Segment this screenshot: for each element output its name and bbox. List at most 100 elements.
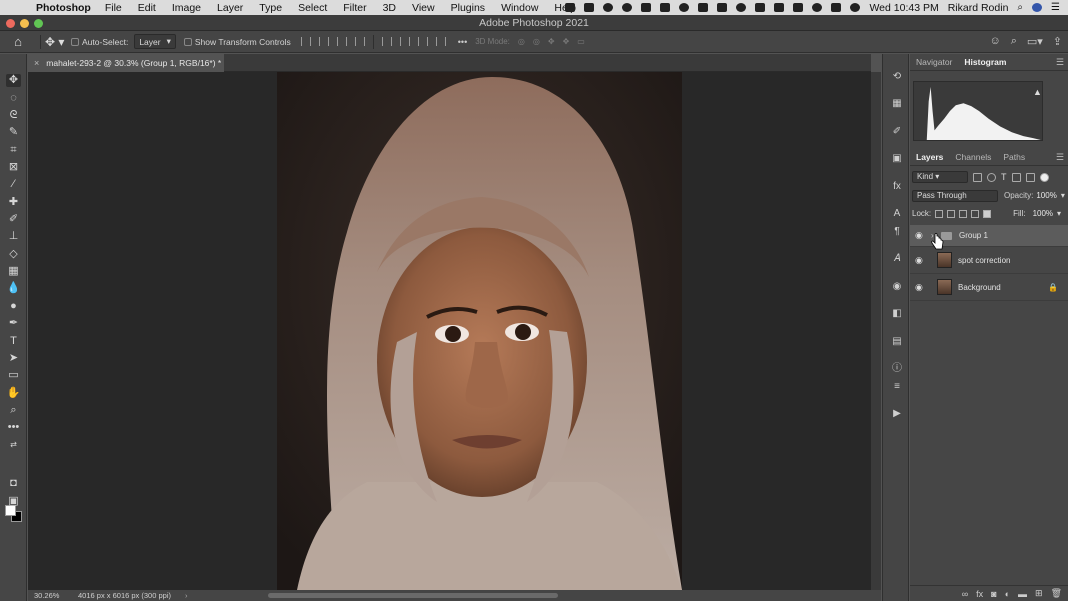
glyphs-icon[interactable]: 𝐴: [891, 253, 903, 265]
swatches-icon[interactable]: ▦: [891, 98, 903, 110]
align-left-icon[interactable]: [300, 37, 311, 46]
workspace-icon[interactable]: ▭▾: [1027, 35, 1043, 48]
menu-filter[interactable]: Filter: [343, 2, 366, 14]
menu-plugins[interactable]: Plugins: [451, 2, 485, 14]
panel-menu-icon[interactable]: ☰: [1056, 152, 1064, 163]
cache-warning-icon[interactable]: ▲: [1033, 87, 1042, 97]
smart-object-filter-icon[interactable]: [1025, 172, 1035, 182]
app-status-icon[interactable]: [603, 3, 614, 12]
trash-icon[interactable]: 🗑: [1051, 588, 1062, 599]
character-icon[interactable]: A: [891, 208, 903, 220]
menu-window[interactable]: Window: [501, 2, 538, 14]
window-icon[interactable]: [660, 3, 671, 12]
crop-tool-icon[interactable]: ⌗: [6, 144, 21, 157]
chevron-right-icon[interactable]: ›: [185, 591, 188, 600]
new-layer-icon[interactable]: ⊞: [1035, 588, 1043, 599]
filter-toggle-icon[interactable]: [1039, 172, 1049, 182]
distribute-icon[interactable]: [354, 37, 365, 46]
filter-kind-dropdown[interactable]: Kind ▾: [912, 171, 968, 183]
screen-mode-icon[interactable]: ▣: [6, 495, 21, 508]
lock-position-icon[interactable]: [959, 209, 968, 218]
link-layers-icon[interactable]: ∞: [962, 589, 968, 599]
display-icon[interactable]: [641, 3, 652, 12]
lock-artboard-icon[interactable]: [971, 209, 980, 218]
more-options-icon[interactable]: •••: [458, 37, 467, 47]
align-center-icon[interactable]: [318, 37, 329, 46]
move-tool-icon[interactable]: ✥: [6, 74, 21, 87]
tab-navigator[interactable]: Navigator: [910, 57, 958, 70]
shape-filter-icon[interactable]: [1011, 172, 1021, 182]
visibility-eye-icon[interactable]: ◉: [915, 230, 925, 241]
cloud-icon[interactable]: [679, 3, 690, 12]
layer-style-icon[interactable]: fx: [976, 589, 983, 599]
dropbox-icon[interactable]: [717, 3, 728, 12]
move-tool-preset-icon[interactable]: ✥ ▾: [45, 35, 71, 49]
path-selection-tool-icon[interactable]: ➤: [6, 352, 21, 365]
align-middle-icon[interactable]: [399, 37, 410, 46]
align-top-icon[interactable]: [381, 37, 392, 46]
volume-icon[interactable]: [755, 3, 766, 12]
layer-row-spot-correction[interactable]: ◉ spot correction: [910, 247, 1068, 274]
opacity-value[interactable]: 100%: [1036, 191, 1056, 200]
info-icon[interactable]: ⓘ: [891, 363, 903, 375]
tab-histogram[interactable]: Histogram: [958, 57, 1012, 70]
quick-mask-icon[interactable]: ◘: [6, 477, 21, 490]
dodge-tool-icon[interactable]: ●: [6, 300, 21, 313]
menu-image[interactable]: Image: [172, 2, 201, 14]
search-icon[interactable]: ⌕: [1011, 35, 1017, 48]
close-tab-icon[interactable]: ×: [34, 58, 39, 68]
battery-icon[interactable]: [793, 3, 804, 12]
adjustments-icon[interactable]: ◧: [891, 308, 903, 320]
menu-3d[interactable]: 3D: [383, 2, 396, 14]
document-tab[interactable]: × mahalet-293-2 @ 30.3% (Group 1, RGB/16…: [28, 54, 224, 72]
eraser-tool-icon[interactable]: ◇: [6, 248, 21, 261]
menu-file[interactable]: File: [105, 2, 122, 14]
tab-channels[interactable]: Channels: [949, 152, 997, 165]
zoom-level[interactable]: 30.26%: [28, 591, 66, 600]
quick-select-tool-icon[interactable]: ✎: [6, 126, 21, 139]
chevron-down-icon[interactable]: ▾: [1061, 191, 1065, 200]
auto-select-target-dropdown[interactable]: Layer ▾: [134, 34, 176, 49]
menu-layer[interactable]: Layer: [217, 2, 243, 14]
horizontal-scroll-thumb[interactable]: [268, 593, 558, 598]
rectangle-tool-icon[interactable]: ▭: [6, 369, 21, 382]
menu-edit[interactable]: Edit: [138, 2, 156, 14]
lock-transparent-icon[interactable]: [935, 209, 944, 218]
history-icon[interactable]: ⟲: [891, 71, 903, 83]
menu-type[interactable]: Type: [259, 2, 282, 14]
clock[interactable]: Wed 10:43 PM: [869, 2, 938, 14]
layer-row-background[interactable]: ◉ Background 🔒: [910, 274, 1068, 301]
adjustment-filter-icon[interactable]: [987, 172, 996, 182]
bluetooth-icon[interactable]: [774, 3, 785, 12]
brush-tool-icon[interactable]: ✐: [6, 213, 21, 226]
clone-source-icon[interactable]: ▣: [891, 153, 903, 165]
wifi-icon[interactable]: [850, 3, 861, 12]
grammarly-icon[interactable]: [622, 3, 633, 12]
hand-tool-icon[interactable]: ✋: [6, 387, 21, 400]
frame-tool-icon[interactable]: ⊠: [6, 161, 21, 174]
fill-value[interactable]: 100%: [1033, 209, 1053, 218]
visibility-eye-icon[interactable]: ◉: [915, 255, 925, 266]
brushes-icon[interactable]: ✐: [891, 126, 903, 138]
lasso-tool-icon[interactable]: ᘓ: [6, 109, 21, 122]
app-menu[interactable]: Photoshop: [36, 2, 91, 14]
tab-paths[interactable]: Paths: [997, 152, 1031, 165]
align-right-icon[interactable]: [336, 37, 347, 46]
actions-play-icon[interactable]: ▶: [891, 408, 903, 420]
transform-controls-option[interactable]: Show Transform Controls: [183, 37, 291, 47]
vertical-scrollbar[interactable]: [871, 72, 891, 590]
blur-tool-icon[interactable]: 💧: [6, 282, 21, 295]
auto-select-checkbox[interactable]: [71, 37, 79, 46]
clone-stamp-tool-icon[interactable]: ⊥: [6, 230, 21, 243]
document-dimensions[interactable]: 4016 px x 6016 px (300 ppi): [78, 591, 171, 600]
paragraph-icon[interactable]: ¶: [891, 226, 903, 238]
search-icon[interactable]: ⌕: [1017, 2, 1023, 13]
edit-toolbar-icon[interactable]: •••: [6, 421, 21, 434]
type-filter-icon[interactable]: T: [1001, 172, 1007, 182]
lock-image-icon[interactable]: [947, 209, 956, 218]
transform-controls-checkbox[interactable]: [183, 37, 192, 46]
user-name[interactable]: Rikard Rodin: [948, 2, 1009, 14]
menu-view[interactable]: View: [412, 2, 435, 14]
new-group-icon[interactable]: ▬: [1018, 589, 1027, 599]
pen-tool-icon[interactable]: ✒: [6, 317, 21, 330]
